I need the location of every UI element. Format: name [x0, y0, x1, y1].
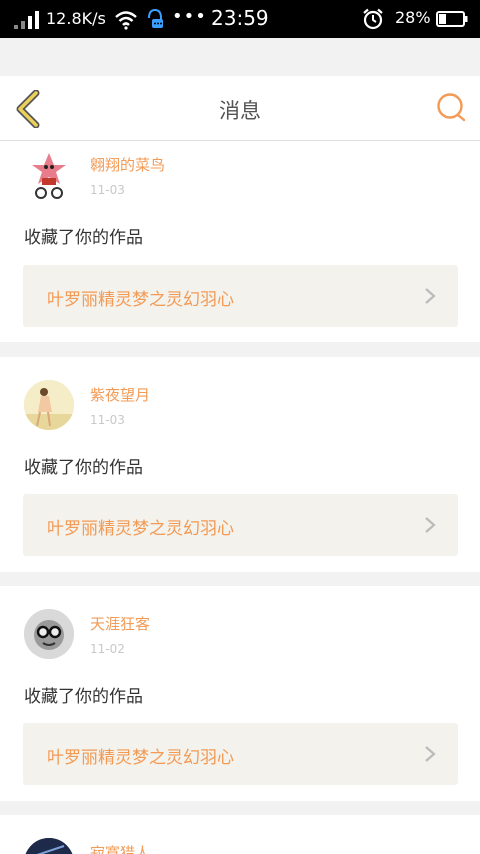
- message-action: 收藏了你的作品: [24, 228, 143, 248]
- message-date: 11-03: [90, 413, 125, 427]
- work-link[interactable]: 叶罗丽精灵梦之灵幻羽心: [23, 494, 458, 556]
- signal-icon: [14, 11, 39, 29]
- status-time: 23:59: [211, 6, 269, 30]
- message-card: 翱翔的菜鸟 11-03 收藏了你的作品 叶罗丽精灵梦之灵幻羽心: [0, 141, 480, 342]
- avatar-image: [24, 380, 74, 430]
- work-title: 叶罗丽精灵梦之灵幻羽心: [47, 748, 234, 768]
- message-date: 11-03: [90, 183, 125, 197]
- avatar-image: [24, 609, 74, 659]
- avatar-image: [24, 838, 74, 854]
- battery-percent: 28%: [395, 8, 431, 27]
- message-card: 天涯狂客 11-02 收藏了你的作品 叶罗丽精灵梦之灵幻羽心: [0, 586, 480, 801]
- message-date: 11-02: [90, 642, 125, 656]
- work-title: 叶罗丽精灵梦之灵幻羽心: [47, 519, 234, 539]
- message-card: 紫夜望月 11-03 收藏了你的作品 叶罗丽精灵梦之灵幻羽心: [0, 357, 480, 572]
- search-button[interactable]: [434, 91, 468, 125]
- work-link[interactable]: 叶罗丽精灵梦之灵幻羽心: [23, 723, 458, 785]
- message-action: 收藏了你的作品: [24, 687, 143, 707]
- username[interactable]: 天涯狂客: [90, 613, 150, 634]
- username[interactable]: 寂寞猎人: [90, 842, 150, 854]
- avatar[interactable]: [24, 838, 74, 854]
- app-header: 消息: [0, 76, 480, 141]
- message-card: 寂寞猎人: [0, 815, 480, 854]
- avatar[interactable]: [24, 150, 74, 200]
- battery-icon: [436, 11, 468, 27]
- username[interactable]: 紫夜望月: [90, 384, 150, 405]
- page-title: 消息: [219, 99, 261, 123]
- work-link[interactable]: 叶罗丽精灵梦之灵幻羽心: [23, 265, 458, 327]
- avatar-image: [32, 153, 66, 199]
- chevron-right-icon: [425, 517, 436, 533]
- wifi-icon: [115, 11, 137, 30]
- chevron-right-icon: [425, 288, 436, 304]
- username[interactable]: 翱翔的菜鸟: [90, 154, 165, 175]
- message-action: 收藏了你的作品: [24, 458, 143, 478]
- work-title: 叶罗丽精灵梦之灵幻羽心: [47, 290, 234, 310]
- top-spacer: [0, 38, 480, 76]
- status-bar: 12.8K/s ••• 23:59 28%: [0, 0, 480, 38]
- chevron-right-icon: [425, 746, 436, 762]
- more-notifications-dots: •••: [172, 6, 207, 27]
- alarm-icon: [363, 8, 383, 30]
- avatar[interactable]: [24, 380, 74, 430]
- search-icon: [437, 93, 466, 122]
- network-speed: 12.8K/s: [46, 9, 106, 28]
- app-notification-icon: [148, 8, 163, 28]
- avatar[interactable]: [24, 609, 74, 659]
